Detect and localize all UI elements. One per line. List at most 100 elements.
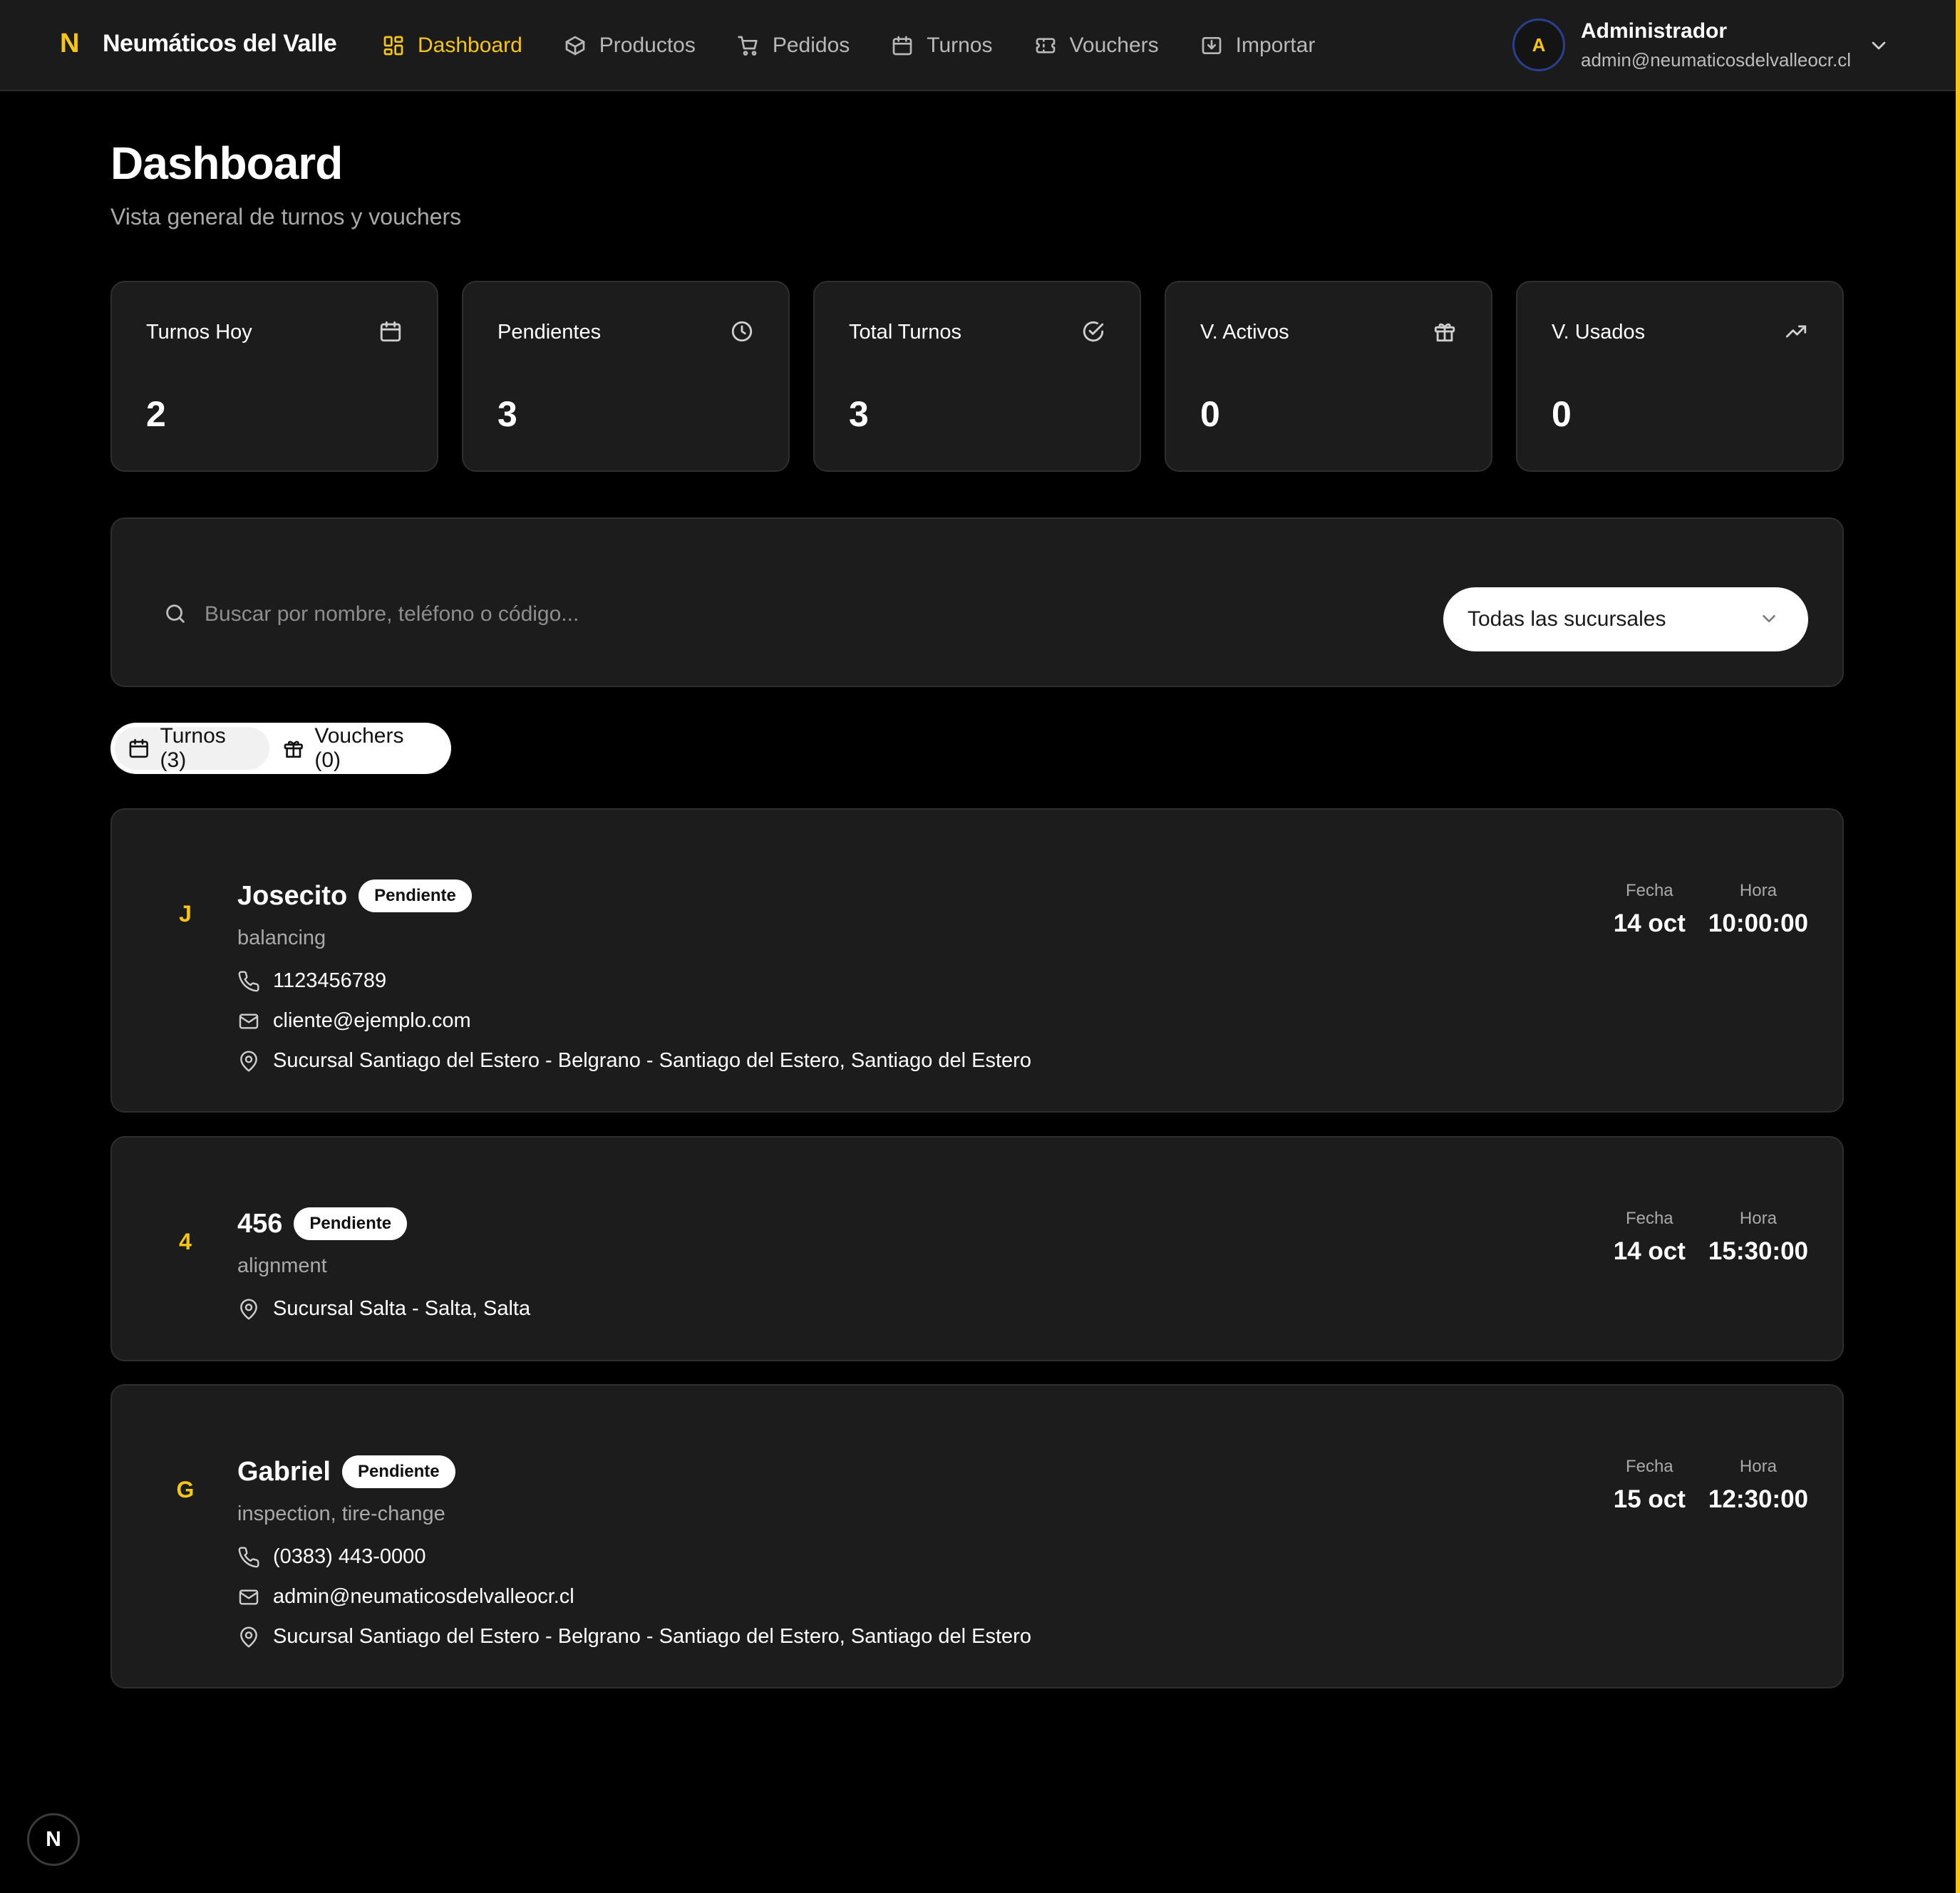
service-type: alignment (237, 1254, 327, 1277)
window-edge (1956, 0, 1960, 1893)
calendar-icon (129, 738, 148, 758)
appointment-card[interactable]: G Gabriel Pendiente inspection, tire-cha… (110, 1384, 1844, 1688)
date-value: 14 oct (1613, 909, 1686, 937)
nav-turnos[interactable]: Turnos (891, 33, 993, 58)
appointment-datetime: Fecha 15 oct Hora 12:30:00 (1614, 1457, 1808, 1514)
stat-label: Total Turnos (849, 321, 961, 344)
user-name: Administrador (1581, 19, 1728, 43)
nav-dashboard[interactable]: Dashboard (382, 33, 522, 58)
mail-icon (239, 1013, 259, 1029)
stat-label: V. Activos (1200, 321, 1289, 344)
stat-label: V. Usados (1552, 321, 1646, 344)
page-subtitle: Vista general de turnos y vouchers (110, 204, 462, 229)
appointment-initial: G (176, 1477, 195, 1502)
date-column: Fecha 14 oct (1614, 1209, 1686, 1266)
stat-label: Turnos Hoy (146, 321, 252, 344)
nav-turnos-label: Turnos (927, 33, 993, 57)
appointment-card[interactable]: 4 456 Pendiente alignment Sucursal Salta… (110, 1136, 1844, 1361)
search-icon (166, 604, 185, 623)
search-input[interactable] (205, 593, 1345, 636)
time-column: Hora 15:30:00 (1708, 1209, 1808, 1266)
avatar[interactable]: A (1512, 19, 1565, 71)
cart-icon (738, 36, 758, 56)
branch-location: Sucursal Salta - Salta, Salta (273, 1297, 531, 1320)
logo[interactable]: N (60, 29, 79, 59)
phone-number: (0383) 443-0000 (273, 1545, 426, 1568)
brand-name[interactable]: Neumáticos del Valle (103, 30, 337, 58)
stat-card-total-turnos: Total Turnos 3 (813, 281, 1141, 472)
main-nav: Dashboard Productos Pedidos Turnos Vouch… (382, 0, 1315, 91)
nav-importar[interactable]: Importar (1200, 33, 1316, 58)
stat-card-v-usados: V. Usados 0 (1516, 281, 1844, 472)
appointment-datetime: Fecha 14 oct Hora 10:00:00 (1614, 881, 1808, 938)
status-badge: Pendiente (341, 1455, 455, 1488)
date-value: 14 oct (1613, 1237, 1686, 1265)
date-label: Fecha (1625, 1209, 1673, 1228)
nav-importar-label: Importar (1235, 33, 1316, 57)
dev-tools-button[interactable]: N (27, 1813, 80, 1866)
branch-select[interactable]: Todas las sucursales (1443, 587, 1808, 651)
gift-icon (1434, 323, 1455, 342)
time-column: Hora 10:00:00 (1708, 881, 1808, 938)
date-label: Fecha (1625, 1457, 1673, 1476)
chevron-down-icon[interactable] (1867, 34, 1890, 57)
stat-card-pendientes: Pendientes 3 (462, 281, 790, 472)
stat-label: Pendientes (497, 321, 602, 344)
phone-icon (238, 970, 259, 991)
appointment-initial: 4 (179, 1229, 192, 1254)
tab-turnos[interactable]: Turnos (3) (115, 724, 269, 772)
tab-vouchers[interactable]: Vouchers (0) (269, 724, 447, 772)
map-pin-icon (240, 1299, 257, 1320)
appointment-name-row: Josecito Pendiente (237, 880, 472, 912)
email-address: cliente@ejemplo.com (273, 1009, 471, 1032)
view-tabs: Turnos (3) Vouchers (0) (110, 723, 451, 774)
date-column: Fecha 15 oct (1614, 1457, 1686, 1514)
nav-pedidos-label: Pedidos (772, 33, 850, 57)
time-value: 10:00:00 (1708, 909, 1808, 937)
nav-dashboard-label: Dashboard (418, 33, 522, 57)
page-title: Dashboard (110, 138, 343, 189)
stat-value: 3 (497, 394, 517, 434)
time-label: Hora (1739, 1209, 1777, 1228)
appointment-name-row: Gabriel Pendiente (237, 1455, 455, 1488)
dashboard-grid-icon (383, 36, 403, 56)
branch-location: Sucursal Santiago del Estero - Belgrano … (273, 1049, 1031, 1072)
nav-pedidos[interactable]: Pedidos (737, 33, 850, 58)
import-icon (1202, 37, 1221, 54)
user-menu[interactable]: A Administrador admin@neumaticosdelvalle… (1512, 19, 1851, 71)
customer-name: Gabriel (237, 1456, 331, 1487)
nav-vouchers[interactable]: Vouchers (1034, 33, 1159, 58)
service-type: inspection, tire-change (237, 1502, 445, 1525)
chevron-down-icon (1763, 615, 1775, 622)
mail-icon (239, 1589, 259, 1605)
gift-icon (284, 741, 303, 758)
status-badge: Pendiente (359, 880, 472, 912)
user-email: admin@neumaticosdelvalleocr.cl (1581, 48, 1852, 71)
stat-value: 3 (849, 394, 869, 434)
branch-location: Sucursal Santiago del Estero - Belgrano … (273, 1625, 1031, 1648)
time-value: 15:30:00 (1708, 1237, 1808, 1265)
email-line: cliente@ejemplo.com (237, 1009, 471, 1033)
location-line: Sucursal Santiago del Estero - Belgrano … (237, 1625, 1031, 1649)
user-info: Administrador admin@neumaticosdelvalleoc… (1581, 19, 1851, 71)
nav-productos[interactable]: Productos (564, 33, 696, 58)
nav-productos-label: Productos (599, 33, 696, 57)
appointment-card[interactable]: J Josecito Pendiente balancing 112345678… (110, 808, 1844, 1113)
appointment-name-row: 456 Pendiente (237, 1207, 408, 1240)
check-circle-icon (1083, 321, 1104, 342)
phone-line: (0383) 443-0000 (237, 1545, 425, 1569)
customer-name: Josecito (237, 880, 348, 911)
date-label: Fecha (1625, 881, 1673, 900)
date-column: Fecha 14 oct (1614, 881, 1686, 938)
location-line: Sucursal Santiago del Estero - Belgrano … (237, 1049, 1031, 1073)
box-icon (565, 36, 585, 56)
map-pin-icon (240, 1626, 257, 1648)
stat-value: 0 (1200, 394, 1220, 434)
nav-vouchers-label: Vouchers (1069, 33, 1159, 57)
customer-name: 456 (237, 1208, 283, 1239)
time-column: Hora 12:30:00 (1708, 1457, 1808, 1514)
ticket-icon (1036, 38, 1055, 53)
time-value: 12:30:00 (1708, 1485, 1808, 1513)
filter-panel: Todas las sucursales (110, 517, 1844, 687)
branch-select-value: Todas las sucursales (1468, 607, 1666, 631)
